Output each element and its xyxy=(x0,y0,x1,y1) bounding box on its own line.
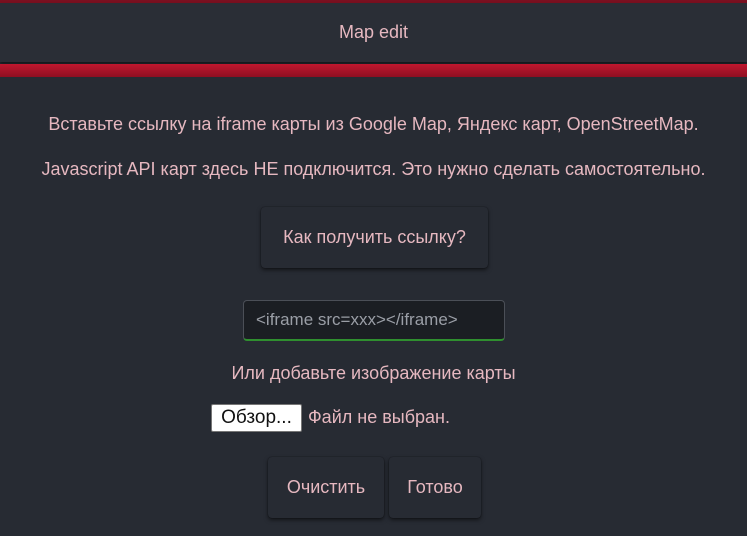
browse-file-button[interactable]: Обзор... xyxy=(211,404,302,432)
how-to-get-link-label: Как получить ссылку? xyxy=(283,227,466,247)
accent-bar xyxy=(0,64,747,77)
or-add-image-text: Или добавьте изображение карты xyxy=(231,363,516,383)
clear-button-label: Очистить xyxy=(286,477,366,497)
how-to-get-link-button[interactable]: Как получить ссылку? xyxy=(261,207,488,268)
warning-text: Javascript API карт здесь НЕ подключится… xyxy=(41,159,706,179)
clear-button[interactable]: Очистить xyxy=(268,457,384,518)
done-button-label: Готово xyxy=(407,477,463,497)
file-status-text: Файл не выбран. xyxy=(308,407,450,427)
instruction-text: Вставьте ссылку на iframe карты из Googl… xyxy=(48,114,699,134)
done-button[interactable]: Готово xyxy=(389,457,481,518)
iframe-link-input[interactable] xyxy=(243,300,505,341)
dialog-header: Map edit xyxy=(0,3,747,62)
dialog-title: Map edit xyxy=(338,22,409,42)
